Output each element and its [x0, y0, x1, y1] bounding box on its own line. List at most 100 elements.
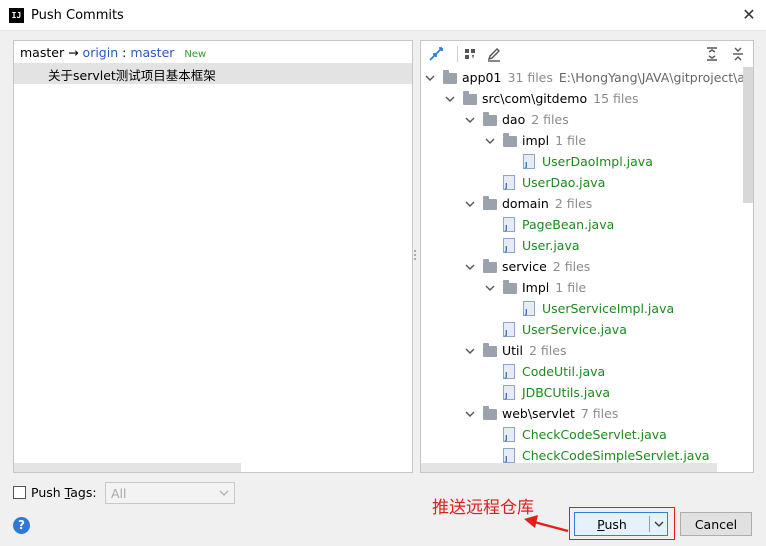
cancel-button[interactable]: Cancel	[680, 512, 752, 536]
push-tags-checkbox[interactable]	[13, 486, 26, 499]
push-button[interactable]: Push	[574, 512, 668, 536]
expand-diff-icon[interactable]	[427, 45, 445, 63]
folder-icon	[503, 133, 519, 148]
java-file-icon	[503, 238, 519, 253]
java-file-icon	[503, 385, 519, 400]
tree-file-row[interactable]: UserDaoImpl.java	[421, 152, 743, 173]
folder-name: impl	[522, 133, 550, 148]
collapse-all-icon[interactable]	[729, 45, 747, 63]
chevron-down-icon[interactable]	[465, 115, 475, 125]
branch-row[interactable]: master → origin : master New	[20, 45, 206, 63]
help-icon[interactable]: ?	[13, 517, 30, 534]
java-file-icon	[503, 175, 519, 190]
file-name: UserDao.java	[522, 175, 606, 190]
changed-files-tree: app01 31 files E:\HongYang\JAVA\gitproject…	[421, 67, 743, 465]
tree-folder-row[interactable]: web\servlet 7 files	[421, 404, 743, 425]
java-file-icon	[523, 154, 539, 169]
folder-name: app01	[462, 70, 502, 85]
chevron-down-icon[interactable]	[465, 199, 475, 209]
tree-folder-row[interactable]: impl 1 file	[421, 131, 743, 152]
tags-select-value: All	[111, 486, 127, 501]
java-file-icon	[503, 427, 519, 442]
chevron-down-icon[interactable]	[465, 409, 475, 419]
chevron-down-icon[interactable]	[445, 94, 455, 104]
chevron-down-icon[interactable]	[425, 73, 435, 83]
tree-folder-row[interactable]: dao 2 files	[421, 110, 743, 131]
file-count: 2 files	[529, 343, 567, 358]
tree-folder-row[interactable]: domain 2 files	[421, 194, 743, 215]
folder-name: service	[502, 259, 547, 274]
file-count: 15 files	[593, 91, 639, 106]
file-name: CheckCodeServlet.java	[522, 427, 667, 442]
file-name: PageBean.java	[522, 217, 615, 232]
file-name: UserServiceImpl.java	[542, 301, 675, 316]
java-file-icon	[523, 301, 539, 316]
module-path: E:\HongYang\JAVA\gitproject\app01	[558, 70, 743, 85]
tree-file-row[interactable]: User.java	[421, 236, 743, 257]
tree-file-row[interactable]: UserDao.java	[421, 173, 743, 194]
tree-file-row[interactable]: UserServiceImpl.java	[421, 299, 743, 320]
commit-row[interactable]: 关于servlet测试项目基本框架	[14, 63, 412, 84]
file-count: 1 file	[555, 280, 587, 295]
file-count: 2 files	[531, 112, 569, 127]
remote-name[interactable]: origin	[83, 45, 119, 60]
folder-name: web\servlet	[502, 406, 575, 421]
tree-folder-row[interactable]: Impl 1 file	[421, 278, 743, 299]
title-bar: IJ Push Commits ✕	[0, 0, 766, 31]
file-name: UserService.java	[522, 322, 627, 337]
chevron-down-icon[interactable]	[485, 283, 495, 293]
java-file-icon	[503, 364, 519, 379]
remote-branch[interactable]: master	[130, 45, 174, 60]
file-count: 1 file	[555, 133, 587, 148]
annotation-label: 推送远程仓库	[432, 498, 534, 518]
tree-file-row[interactable]: CodeUtil.java	[421, 362, 743, 383]
tree-horizontal-scrollbar[interactable]	[421, 463, 717, 472]
tree-folder-row[interactable]: app01 31 files E:\HongYang\JAVA\gitproject…	[421, 68, 743, 89]
tree-file-row[interactable]: UserService.java	[421, 320, 743, 341]
changes-toolbar	[421, 41, 753, 67]
java-file-icon	[503, 448, 519, 463]
push-arrow: →	[68, 45, 79, 60]
chevron-down-icon[interactable]	[485, 136, 495, 146]
tags-select[interactable]: All	[105, 482, 235, 504]
file-count: 31 files	[507, 70, 553, 85]
intellij-app-icon: IJ	[9, 8, 24, 23]
remote-separator: :	[122, 45, 127, 60]
folder-icon	[483, 259, 499, 274]
tree-vertical-scrollbar[interactable]	[743, 67, 753, 203]
push-tags-label[interactable]: Push Tags:	[31, 485, 97, 500]
commit-message: 关于servlet测试项目基本框架	[48, 68, 216, 83]
file-count: 2 files	[554, 196, 593, 211]
file-name: CheckCodeSimpleServlet.java	[522, 448, 710, 463]
expand-all-icon[interactable]	[703, 45, 721, 63]
tree-file-row[interactable]: JDBCUtils.java	[421, 383, 743, 404]
chevron-down-icon	[219, 490, 229, 496]
group-by-icon[interactable]	[461, 45, 479, 63]
tree-file-row[interactable]: CheckCodeServlet.java	[421, 425, 743, 446]
folder-icon	[503, 280, 519, 295]
window-title: Push Commits	[31, 8, 124, 23]
tree-folder-row[interactable]: service 2 files	[421, 257, 743, 278]
changed-files-pane: app01 31 files E:\HongYang\JAVA\gitproject…	[420, 40, 754, 473]
file-count: 7 files	[580, 406, 619, 421]
tree-file-row[interactable]: PageBean.java	[421, 215, 743, 236]
toolbar-separator	[457, 46, 458, 62]
tree-folder-row[interactable]: Util 2 files	[421, 341, 743, 362]
folder-icon	[483, 112, 499, 127]
file-name: JDBCUtils.java	[522, 385, 611, 400]
tree-folder-row[interactable]: src\com\gitdemo 15 files	[421, 89, 743, 110]
pane-splitter-handle[interactable]	[413, 250, 417, 264]
file-name: User.java	[522, 238, 580, 253]
push-options-chevron-icon[interactable]	[653, 518, 665, 530]
chevron-down-icon[interactable]	[465, 262, 475, 272]
edit-source-icon[interactable]	[485, 45, 503, 63]
push-button-divider	[649, 516, 650, 532]
folder-name: domain	[502, 196, 549, 211]
chevron-down-icon[interactable]	[465, 346, 475, 356]
close-button[interactable]: ✕	[738, 4, 760, 26]
local-branch: master	[20, 45, 65, 60]
file-name: UserDaoImpl.java	[542, 154, 653, 169]
folder-name: dao	[502, 112, 526, 127]
commits-horizontal-scrollbar[interactable]	[14, 463, 241, 472]
folder-icon	[443, 70, 459, 85]
